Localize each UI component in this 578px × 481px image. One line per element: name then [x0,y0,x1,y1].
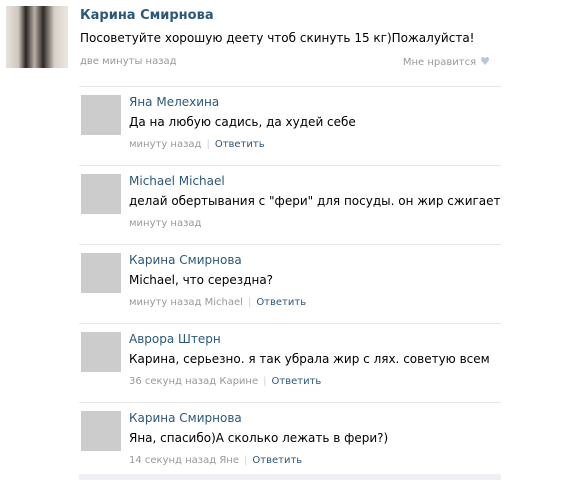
comment-text: Да на любую садись, да худей себе [129,115,356,129]
comment-timestamp[interactable]: 36 секунд назад Карине [129,376,258,387]
comment-meta: минуту назад Michael | Ответить [129,297,306,308]
comment-meta: минуту назад [129,218,201,229]
wall-post: Карина Смирнова Посоветуйте хорошую деет… [0,0,578,82]
comment-avatar[interactable] [81,95,121,135]
comment-author[interactable]: Карина Смирнова [129,411,242,425]
comment-avatar[interactable] [81,411,121,451]
reply-button[interactable]: Ответить [272,376,322,387]
comment-author[interactable]: Карина Смирнова [129,253,242,267]
comment-meta: 36 секунд назад Карине | Ответить [129,376,321,387]
post-author-name[interactable]: Карина Смирнова [80,8,214,23]
comment-timestamp[interactable]: минуту назад [129,218,201,229]
comment-text: Яна, спасибо)А сколько лежать в фери?) [129,431,389,445]
comment-input-area[interactable] [79,474,501,480]
post-author-avatar[interactable] [6,6,68,68]
comment-text: делай обертывания с "фери" для посуды. о… [129,194,501,208]
comment-text: Michael, что серездна? [129,273,274,287]
comment-meta: минуту назад | Ответить [129,139,265,150]
comment-author[interactable]: Michael Michael [129,174,225,188]
comment-item: Яна Мелехина Да на любую садись, да худе… [79,86,501,165]
post-text: Посоветуйте хорошую деету чтоб скинуть 1… [80,31,475,45]
post-timestamp[interactable]: две минуты назад [80,56,177,67]
comment-item: Аврора Штерн Карина, серьезно. я так убр… [79,323,501,402]
heart-icon: ♥ [480,55,490,68]
meta-separator: | [206,139,210,150]
comment-timestamp[interactable]: минуту назад [129,139,201,150]
meta-separator: | [247,297,252,308]
comment-text: Карина, серьезно. я так убрала жир с лях… [129,352,490,366]
reply-button[interactable]: Ответить [215,139,265,150]
comment-item: Michael Michael делай обертывания с "фер… [79,165,501,244]
comment-author[interactable]: Яна Мелехина [129,95,219,109]
like-button[interactable]: Мне нравится ♥ [403,55,490,68]
comment-avatar[interactable] [81,174,121,214]
comment-timestamp[interactable]: 14 секунд назад Яне [129,455,239,466]
meta-separator: | [244,455,248,466]
comment-item: Карина Смирнова Michael, что серездна? м… [79,244,501,323]
reply-button[interactable]: Ответить [256,297,306,308]
reply-button[interactable]: Ответить [252,455,302,466]
meta-separator: | [263,376,267,387]
comments-list: Яна Мелехина Да на любую садись, да худе… [79,86,501,481]
comment-meta: 14 секунд назад Яне | Ответить [129,455,302,466]
like-label: Мне нравится [402,57,477,68]
comment-timestamp[interactable]: минуту назад Michael [129,297,243,308]
comment-item: Карина Смирнова Яна, спасибо)А сколько л… [79,402,501,481]
comment-avatar[interactable] [81,253,121,293]
comment-author[interactable]: Аврора Штерн [129,332,221,346]
comment-avatar[interactable] [81,332,121,372]
